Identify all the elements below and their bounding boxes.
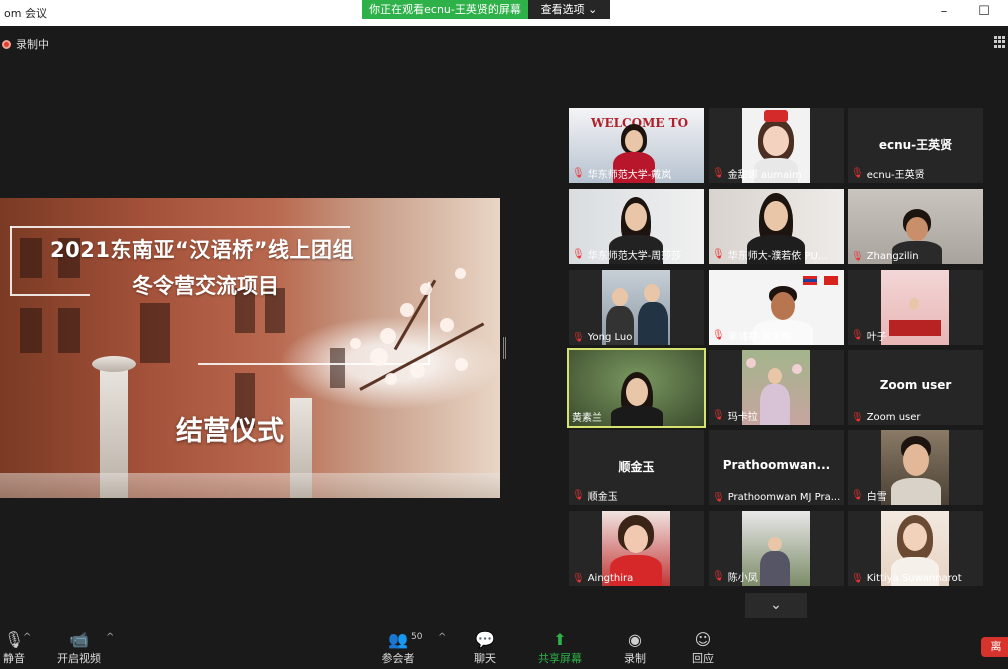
participant-tile[interactable]: 🎙 金甜娜 aumaim: [709, 108, 844, 183]
mic-muted-icon: 🎙: [572, 332, 585, 343]
participant-label: 🎙 Prathoomwan MJ Pra...: [712, 492, 841, 503]
mic-muted-icon: 🎙: [851, 573, 864, 584]
participant-label: 🎙 白雪: [851, 490, 887, 503]
meeting-toolbar: 🎙 静音 ^ 📹 开启视频 ^ 👥 参会者 50 ^ 💬 聊天 ⬆ 共享屏幕 ◉…: [0, 624, 1008, 669]
recording-dot-icon: [2, 39, 11, 49]
chevron-down-icon[interactable]: ⌄: [745, 593, 807, 618]
participant-label: 🎙 华东师范大学-戴岚: [572, 168, 672, 181]
mic-muted-icon: 🎙: [712, 410, 725, 421]
participant-name-display: Prathoomwan...: [722, 458, 831, 472]
video-camera-off-icon: 📹: [69, 630, 89, 649]
participant-tile[interactable]: 顺金玉 🎙 顺金玉: [569, 430, 704, 505]
slide-title-line2: 冬令营交流项目: [132, 274, 279, 298]
participant-label: 🎙 玛卡拉: [712, 410, 758, 423]
participant-tile[interactable]: Prathoomwan... 🎙 Prathoomwan MJ Pra...: [709, 430, 844, 505]
participant-tile[interactable]: 🎙 Zhangzilin: [848, 189, 983, 264]
participant-label: 🎙 ecnu-王英贤: [851, 168, 925, 181]
viewing-share-message: 你正在观看ecnu-王英贤的屏幕: [362, 0, 528, 19]
participant-tile[interactable]: 🎙 叶子: [848, 270, 983, 345]
participant-name-display: ecnu-王英贤: [878, 138, 953, 152]
maximize-icon[interactable]: ☐: [975, 4, 993, 19]
mic-muted-icon: 🎙: [851, 330, 864, 341]
start-video-button[interactable]: 📹 开启视频: [54, 630, 104, 666]
participant-label: 🎙 华东师大-濮若依 PU...: [712, 249, 828, 262]
participant-tile[interactable]: ecnu-王英贤 🎙 ecnu-王英贤: [848, 108, 983, 183]
mic-muted-icon: 🎙: [572, 573, 585, 584]
slide-title-line1: 2021东南亚“汉语桥”线上团组: [50, 238, 355, 262]
mic-muted-icon: 🎙: [712, 492, 725, 503]
recording-indicator: 录制中: [2, 36, 49, 52]
split-view-handle[interactable]: [503, 337, 506, 359]
participant-label: 🎙 华东师范大学-周莎莎: [572, 249, 682, 262]
participant-tile[interactable]: 🎙 Kittiya Suwannarot: [848, 511, 983, 586]
mic-muted-icon: 🎙: [712, 249, 725, 260]
slide-subtitle: 结营仪式: [176, 416, 284, 447]
participant-label: 🎙 Aingthira: [572, 573, 634, 584]
mic-muted-icon: 🎙: [851, 412, 864, 423]
participant-label: 🎙 Zhangzilin: [851, 251, 919, 262]
recording-label: 录制中: [16, 38, 49, 51]
participant-tile[interactable]: 🎙 华东师大-濮若依 PU...: [709, 189, 844, 264]
mic-muted-icon: 🎙: [712, 571, 725, 582]
participant-tile-active-speaker[interactable]: 黄素兰: [567, 348, 706, 428]
mic-muted-icon: 🎙: [851, 251, 864, 262]
participant-label: 🎙 顺金玉: [572, 490, 618, 503]
share-screen-button[interactable]: ⬆ 共享屏幕: [535, 630, 585, 666]
record-button[interactable]: ◉ 录制: [620, 630, 650, 666]
gallery-view-icon[interactable]: [994, 36, 1006, 48]
participant-label: 🎙 Zoom user: [851, 412, 921, 423]
participant-label: 🎙 Kittiya Suwannarot: [851, 573, 962, 584]
mic-muted-icon: 🎙: [712, 168, 725, 179]
participant-label: 🎙 叶子: [851, 330, 887, 343]
participant-tile[interactable]: 🎙 白雪: [848, 430, 983, 505]
participant-tile[interactable]: 🎙 玛卡拉: [709, 350, 844, 425]
participant-tile[interactable]: WELCOME TO 🎙 华东师范大学-戴岚: [569, 108, 704, 183]
mic-muted-icon: 🎙: [851, 168, 864, 179]
participant-tile[interactable]: 🎙 陈小凤: [709, 511, 844, 586]
participant-label: 🎙 Yong Luo: [572, 332, 633, 343]
participant-name-display: Zoom user: [879, 378, 952, 392]
mic-muted-icon: 🎙: [572, 249, 585, 260]
record-icon: ◉: [628, 630, 642, 649]
mic-muted-icon: 🎙: [851, 490, 864, 501]
share-screen-icon: ⬆: [553, 630, 567, 649]
minimize-icon[interactable]: –: [935, 4, 953, 19]
participant-tile[interactable]: 🎙 Aingthira: [569, 511, 704, 586]
audio-options-caret-icon[interactable]: ^: [23, 632, 31, 643]
shared-screen-slide: 2021东南亚“汉语桥”线上团组 冬令营交流项目 结营仪式: [0, 198, 500, 498]
participant-label: 🎙 金甜娜 aumaim: [712, 168, 802, 181]
participant-tile[interactable]: 🎙 华东师范大学-周莎莎: [569, 189, 704, 264]
participant-tile[interactable]: 🎙 Yong Luo: [569, 270, 704, 345]
mic-muted-icon: 🎙: [712, 330, 725, 341]
participant-tile[interactable]: 🎙 柬埔寨-黄金辉: [709, 270, 844, 345]
participant-label: 🎙 陈小凤: [712, 571, 758, 584]
chat-button[interactable]: 💬 聊天: [470, 630, 500, 666]
mic-muted-icon: 🎙: [572, 490, 585, 501]
smiley-icon: ☺: [694, 630, 712, 649]
view-options-button[interactable]: 查看选项 ⌄: [528, 0, 610, 19]
mic-muted-icon: 🎙: [572, 168, 585, 179]
participant-label: 🎙 柬埔寨-黄金辉: [712, 330, 792, 343]
participant-name-display: 顺金玉: [618, 460, 655, 474]
participant-count: 50: [411, 632, 423, 642]
participant-label: 黄素兰: [572, 413, 602, 424]
video-options-caret-icon[interactable]: ^: [106, 632, 114, 643]
leave-meeting-button[interactable]: 离: [981, 637, 1008, 657]
reactions-button[interactable]: ☺ 回应: [688, 630, 718, 666]
participants-options-caret-icon[interactable]: ^: [438, 632, 446, 643]
participant-tile[interactable]: Zoom user 🎙 Zoom user: [848, 350, 983, 425]
screen-share-banner: 你正在观看ecnu-王英贤的屏幕 查看选项 ⌄: [362, 0, 610, 19]
window-title: om 会议: [4, 7, 47, 20]
chat-bubble-icon: 💬: [475, 630, 495, 649]
